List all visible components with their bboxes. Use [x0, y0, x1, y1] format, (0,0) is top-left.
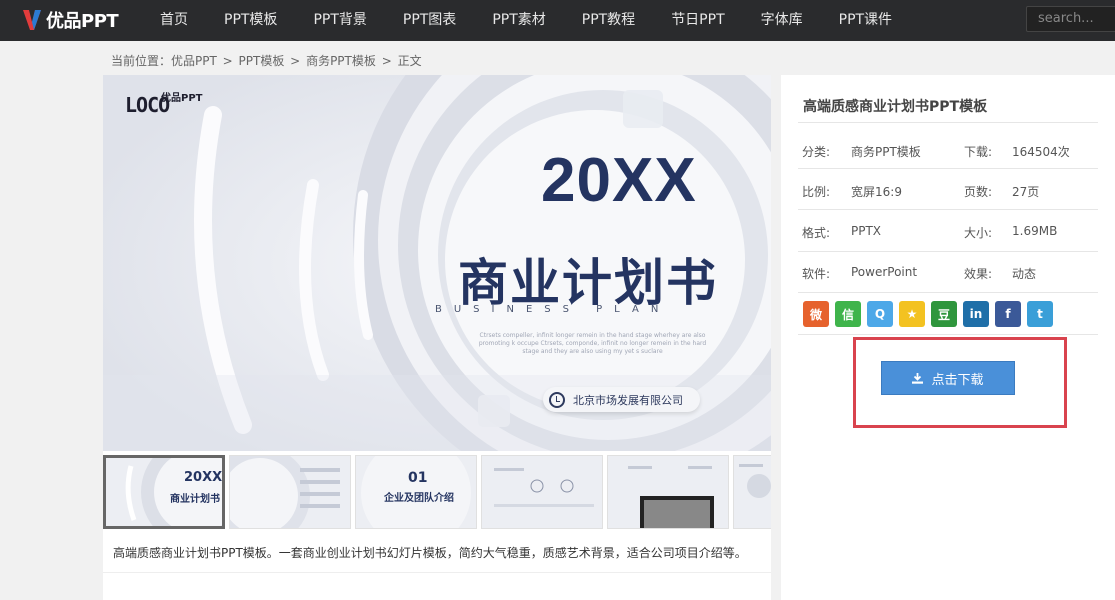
info-label-software: 软件:: [802, 267, 831, 281]
thumbnail-6[interactable]: [733, 455, 771, 529]
breadcrumb-separator: >: [381, 54, 392, 68]
divider: [798, 168, 1098, 169]
info-label-size: 大小:: [964, 226, 993, 240]
facebook-share-icon[interactable]: f: [995, 301, 1021, 327]
preview-logo-sub: 优品PPT: [161, 93, 203, 104]
info-value-pages: 27页: [1012, 185, 1040, 199]
download-label: 点击下载: [931, 372, 984, 388]
nav-item-holiday-ppt[interactable]: 节日PPT: [653, 0, 742, 41]
divider: [798, 292, 1098, 293]
thumbnail-art: [734, 456, 771, 528]
preview-company-name: 北京市场发展有限公司: [573, 393, 683, 407]
breadcrumb-ppt-templates[interactable]: PPT模板: [239, 54, 285, 68]
download-highlight-box: 点击下载: [853, 337, 1067, 428]
preview-image[interactable]: LOCO 优品PPT 20XX 商业计划书 BUSINESS PLAN Ctrs…: [103, 75, 771, 451]
breadcrumb-current: 正文: [397, 54, 422, 68]
info-label-ratio: 比例:: [802, 185, 831, 199]
nav-item-fonts[interactable]: 字体库: [743, 0, 821, 41]
preview-company-pill: 北京市场发展有限公司: [543, 387, 700, 412]
info-value-downloads: 164504次: [1012, 145, 1070, 159]
preview-filler-text: Ctrsets compeller, infinit longer remein…: [478, 332, 707, 355]
nav-item-ppt-charts[interactable]: PPT图表: [385, 0, 474, 41]
top-nav-bar: 优品PPT 首页 PPT模板 PPT背景 PPT图表 PPT素材 PPT教程 节…: [0, 0, 1115, 41]
nav-item-ppt-materials[interactable]: PPT素材: [474, 0, 563, 41]
info-label-category: 分类:: [802, 145, 831, 159]
info-label-downloads: 下载:: [964, 145, 993, 159]
logo-icon: [20, 6, 44, 34]
main-content: LOCO 优品PPT 20XX 商业计划书 BUSINESS PLAN Ctrs…: [103, 75, 771, 600]
divider: [798, 251, 1098, 252]
info-value-category[interactable]: 商务PPT模板: [851, 143, 921, 160]
thumbnail-1[interactable]: 20XX 商业计划书: [103, 455, 225, 529]
info-label-effect: 效果:: [964, 267, 993, 281]
info-label-pages: 页数:: [964, 185, 993, 199]
nav-item-ppt-courseware[interactable]: PPT课件: [821, 0, 910, 41]
search-input[interactable]: search...: [1026, 6, 1115, 32]
preview-title-en: BUSINESS PLAN: [435, 304, 671, 315]
main-nav: 首页 PPT模板 PPT背景 PPT图表 PPT素材 PPT教程 节日PPT 字…: [142, 0, 910, 41]
breadcrumb-home[interactable]: 当前位置：优品PPT: [111, 54, 217, 68]
thumbnail-art: [482, 456, 602, 528]
thumbnail-art: [230, 456, 350, 528]
logo-text: 优品PPT: [46, 11, 119, 32]
wechat-share-icon[interactable]: 信: [835, 301, 861, 327]
info-value-effect: 动态: [1012, 267, 1037, 281]
thumbnail-sub: 商业计划书: [170, 494, 220, 505]
twitter-share-icon[interactable]: t: [1027, 301, 1053, 327]
weibo-share-icon[interactable]: 微: [803, 301, 829, 327]
thumbnail-5[interactable]: [607, 455, 729, 529]
qzone-share-icon[interactable]: ★: [899, 301, 925, 327]
divider: [103, 572, 771, 573]
divider: [798, 122, 1098, 123]
template-title: 高端质感商业计划书PPT模板: [803, 99, 988, 115]
divider: [798, 334, 1098, 335]
thumbnail-4[interactable]: [481, 455, 603, 529]
info-value-ratio: 宽屏16:9: [851, 185, 902, 199]
preview-year: 20XX: [541, 146, 697, 215]
thumbnail-art: [608, 456, 728, 528]
breadcrumb-business-templates[interactable]: 商务PPT模板: [306, 54, 376, 68]
divider: [798, 209, 1098, 210]
site-logo[interactable]: 优品PPT: [20, 6, 119, 34]
template-description: 高端质感商业计划书PPT模板。一套商业创业计划书幻灯片模板，简约大气稳重，质感艺…: [113, 546, 747, 560]
thumbnail-sub: 企业及团队介绍: [384, 493, 454, 504]
download-button[interactable]: 点击下载: [881, 361, 1015, 395]
clock-icon: [549, 391, 565, 408]
info-value-format: PPTX: [851, 224, 882, 238]
thumbnail-title: 01: [408, 470, 428, 486]
breadcrumb: 当前位置：优品PPT > PPT模板 > 商务PPT模板 > 正文: [111, 52, 424, 69]
download-icon: [912, 372, 924, 384]
share-buttons: 微 信 Q ★ 豆 in f t: [803, 301, 1053, 327]
nav-item-ppt-tutorials[interactable]: PPT教程: [564, 0, 653, 41]
info-value-software: PowerPoint: [851, 265, 918, 279]
nav-item-ppt-backgrounds[interactable]: PPT背景: [295, 0, 384, 41]
linkedin-share-icon[interactable]: in: [963, 301, 989, 327]
template-info-sidebar: 高端质感商业计划书PPT模板 分类: 商务PPT模板 下载: 164504次 比…: [781, 75, 1115, 600]
breadcrumb-separator: >: [222, 54, 233, 68]
thumbnail-strip: 20XX 商业计划书 01 企业及团队介绍: [103, 455, 771, 529]
douban-share-icon[interactable]: 豆: [931, 301, 957, 327]
thumbnail-title: 20XX: [184, 470, 223, 485]
info-label-format: 格式:: [802, 226, 831, 240]
thumbnail-3[interactable]: 01 企业及团队介绍: [355, 455, 477, 529]
nav-item-ppt-templates[interactable]: PPT模板: [206, 0, 295, 41]
nav-item-home[interactable]: 首页: [142, 0, 206, 41]
breadcrumb-separator: >: [290, 54, 301, 68]
thumbnail-2[interactable]: [229, 455, 351, 529]
info-value-size: 1.69MB: [1012, 224, 1058, 238]
qq-share-icon[interactable]: Q: [867, 301, 893, 327]
